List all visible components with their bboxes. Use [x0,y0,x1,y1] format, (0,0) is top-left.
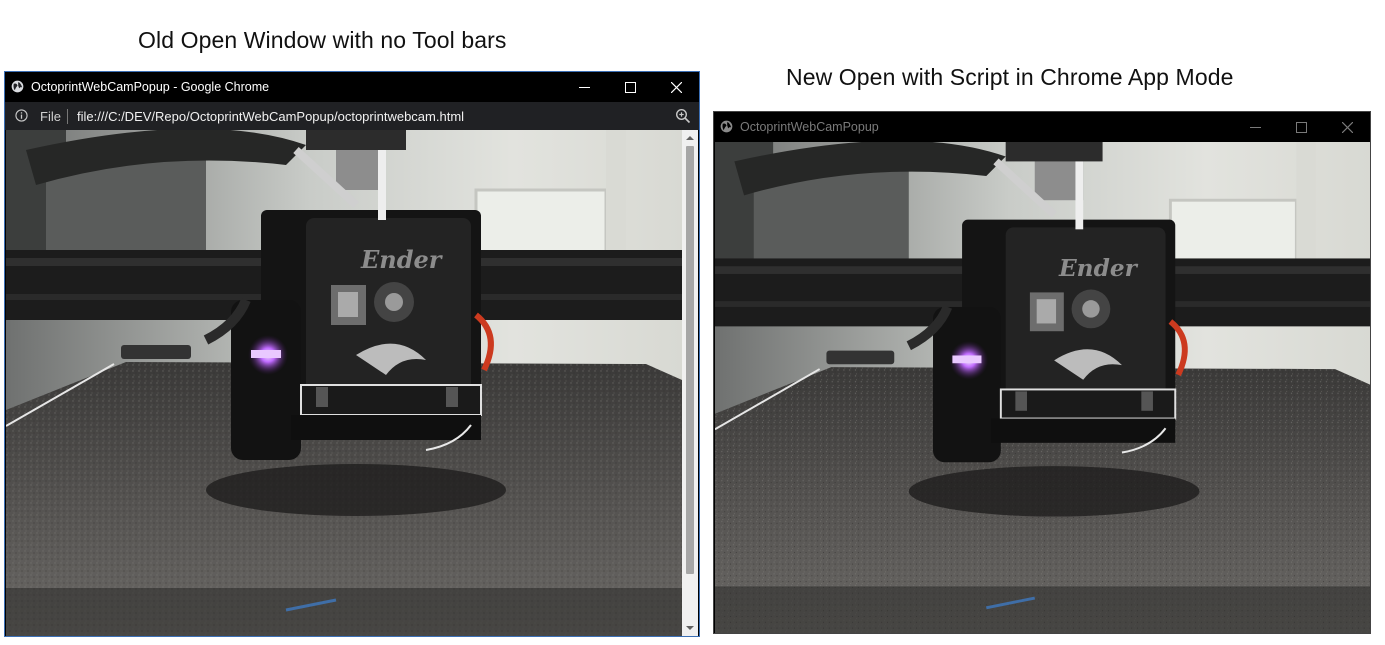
window-title: OctoprintWebCamPopup - Google Chrome [31,80,270,94]
minimize-icon [1249,126,1261,128]
ender-logo: Ender [1058,255,1139,282]
vertical-scrollbar[interactable] [682,130,698,636]
ender-logo: Ender [360,245,444,274]
webcam-viewport: Ender [6,130,682,636]
close-button[interactable] [653,72,699,102]
window-title: OctoprintWebCamPopup [740,120,879,134]
close-icon [1341,121,1353,133]
title-bar[interactable]: OctoprintWebCamPopup [714,112,1370,142]
title-bar[interactable]: OctoprintWebCamPopup - Google Chrome [5,72,699,102]
zoom-icon[interactable] [675,108,691,124]
minimize-icon [578,86,590,88]
minimize-button[interactable] [561,72,607,102]
scheme-label: File [40,109,61,124]
minimize-button[interactable] [1232,112,1278,142]
info-icon[interactable] [15,109,28,122]
webcam-image: Ender [715,142,1370,633]
webcam-image: Ender [6,130,682,636]
close-icon [670,81,682,93]
webcam-viewport: Ender [715,142,1370,633]
maximize-icon [624,81,636,93]
caption-new-window: New Open with Script in Chrome App Mode [786,64,1234,90]
scroll-thumb[interactable] [686,146,694,574]
globe-icon [11,80,24,93]
address-separator [67,109,68,124]
address-bar[interactable]: File file:///C:/DEV/Repo/OctoprintWebCam… [5,102,699,130]
scroll-down-arrow[interactable] [685,623,695,633]
maximize-button[interactable] [607,72,653,102]
globe-icon [720,120,733,133]
url-text[interactable]: file:///C:/DEV/Repo/OctoprintWebCamPopup… [77,109,464,124]
scroll-up-arrow[interactable] [685,133,695,143]
new-app-mode-window: OctoprintWebCamPopup Ender [713,111,1371,634]
maximize-button[interactable] [1278,112,1324,142]
old-popup-window: OctoprintWebCamPopup - Google Chrome Fil… [4,71,700,637]
caption-old-window: Old Open Window with no Tool bars [138,27,507,53]
maximize-icon [1295,121,1307,133]
close-button[interactable] [1324,112,1370,142]
